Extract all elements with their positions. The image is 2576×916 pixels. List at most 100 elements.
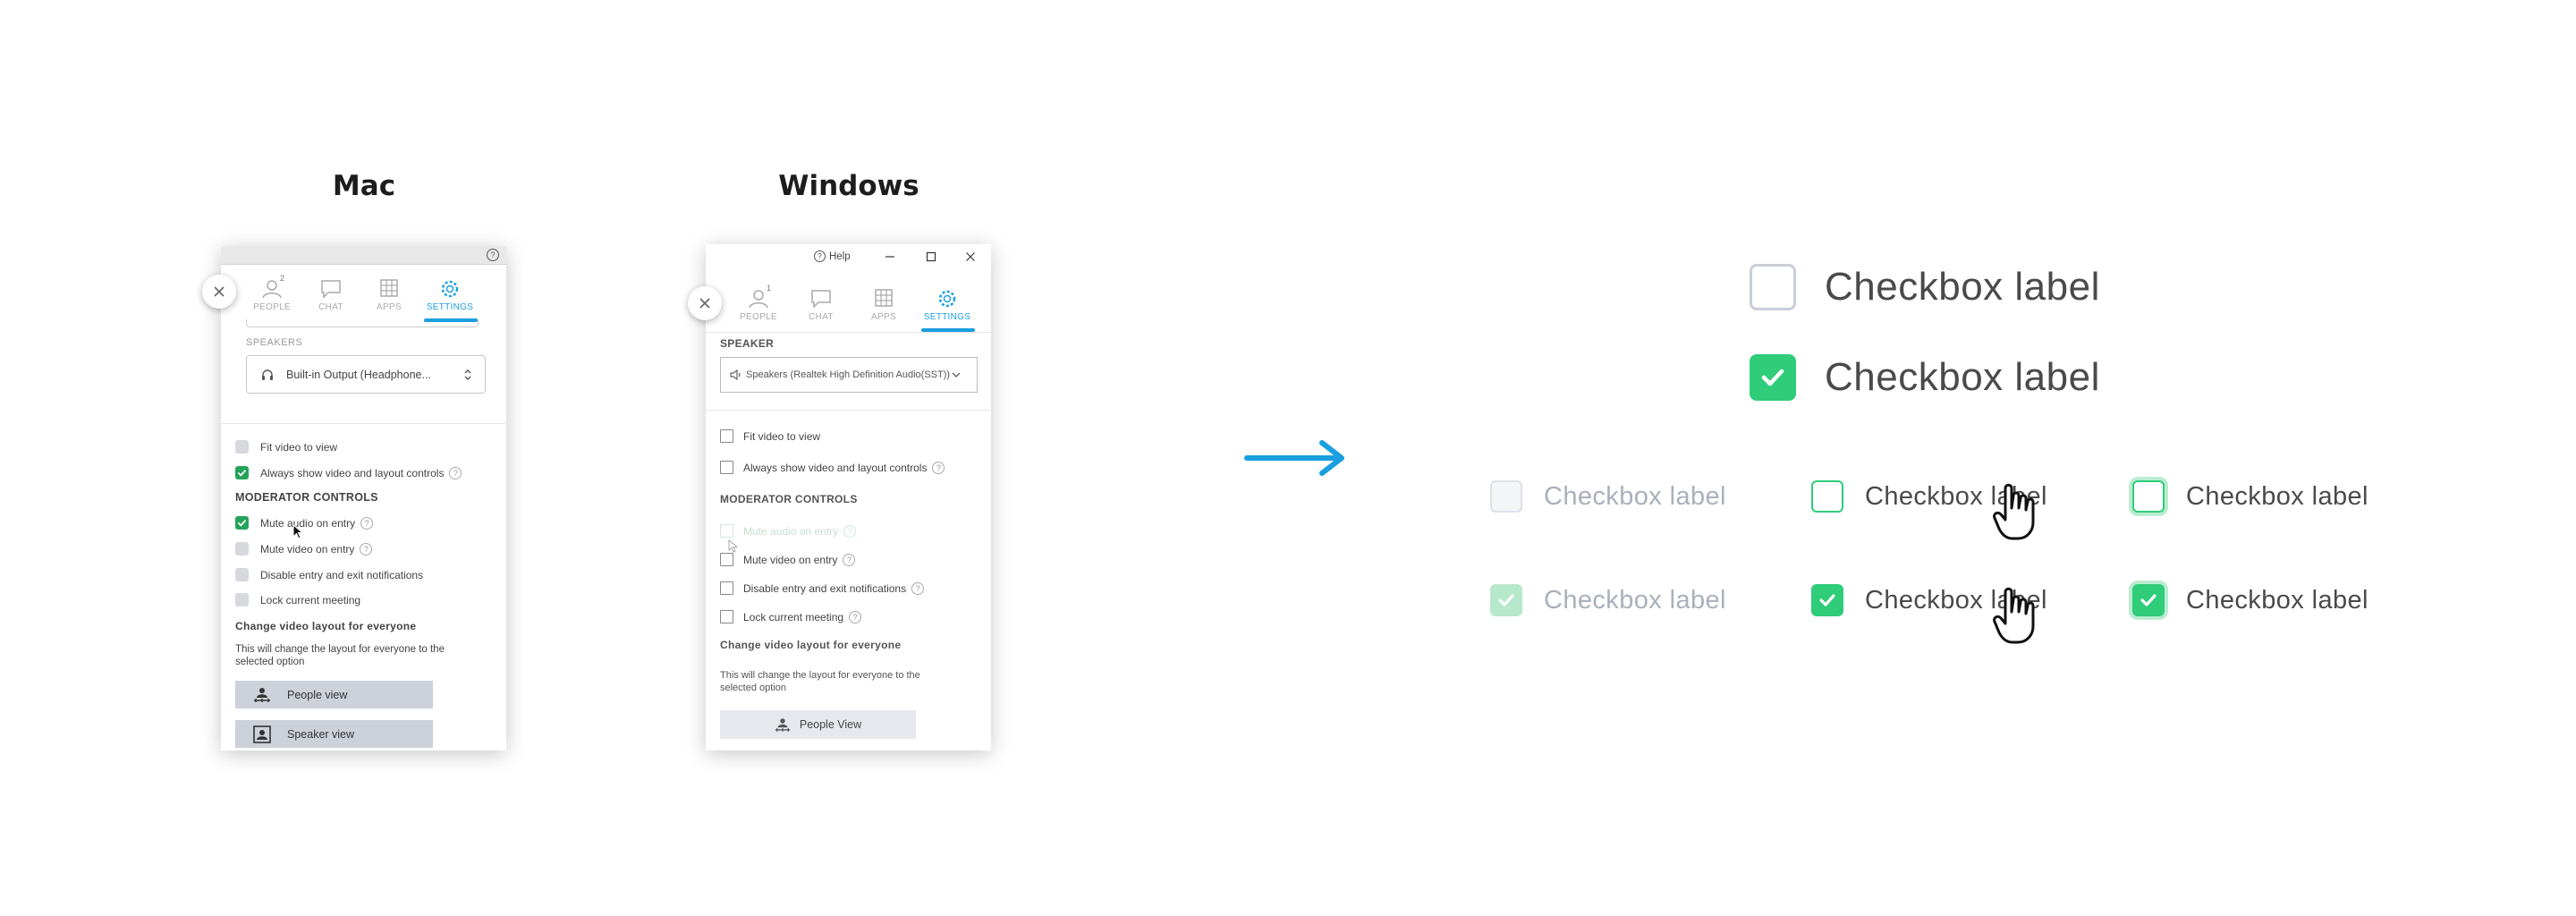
- mac-close-button[interactable]: [202, 275, 236, 309]
- option-mute-audio[interactable]: Mute audio on entry ?: [235, 516, 374, 530]
- tab-people[interactable]: PEOPLE 2: [249, 274, 295, 312]
- check-icon: [1761, 369, 1784, 386]
- maximize-icon[interactable]: [926, 251, 936, 262]
- minimize-icon[interactable]: [885, 251, 895, 262]
- checkbox[interactable]: [235, 542, 249, 556]
- select-stepper-icon: [464, 369, 471, 380]
- option-always-show-controls[interactable]: Always show video and layout controls ?: [720, 461, 945, 474]
- speaker-view-button[interactable]: Speaker view: [235, 720, 433, 748]
- tab-people[interactable]: PEOPLE 1: [735, 284, 782, 322]
- checkbox[interactable]: [720, 610, 733, 623]
- hand-pointer-icon: [1993, 587, 2035, 644]
- moderator-controls-heading: MODERATOR CONTROLS: [720, 493, 858, 505]
- divider: [706, 332, 991, 333]
- mac-settings-panel: ? PEOPLE 2 CHAT APPS SETTINGS SPEAKERS B…: [221, 246, 506, 751]
- tab-settings[interactable]: SETTINGS: [921, 289, 973, 322]
- mac-title-bar: ?: [221, 246, 506, 265]
- tab-apps[interactable]: APPS: [860, 289, 907, 322]
- divider: [221, 423, 506, 424]
- mac-title: Mac: [332, 170, 396, 202]
- checkbox[interactable]: [720, 461, 733, 474]
- checkbox[interactable]: [1750, 264, 1796, 310]
- check-icon: [237, 470, 247, 477]
- tab-settings[interactable]: SETTINGS: [424, 279, 476, 312]
- people-view-button[interactable]: People View: [720, 710, 916, 739]
- checkbox-checked[interactable]: [235, 516, 249, 530]
- layout-heading: Change video layout for everyone: [235, 620, 417, 632]
- people-badge: 1: [767, 284, 772, 293]
- apps-grid-icon: [380, 279, 398, 297]
- people-badge: 2: [280, 274, 285, 283]
- layout-description: This will change the layout for everyone…: [235, 644, 445, 667]
- apps-grid-icon: [875, 289, 893, 307]
- close-icon: [699, 298, 710, 309]
- option-fit-video[interactable]: Fit video to view: [235, 440, 337, 454]
- divider: [706, 410, 991, 411]
- option-disable-notifications[interactable]: Disable entry and exit notifications ?: [720, 581, 925, 595]
- info-icon[interactable]: ?: [360, 542, 373, 556]
- speaker-select[interactable]: Built-in Output (Headphone...: [246, 355, 486, 394]
- speakers-label: SPEAKERS: [246, 337, 303, 348]
- info-icon[interactable]: ?: [932, 461, 945, 474]
- checkbox[interactable]: [235, 593, 249, 606]
- info-icon[interactable]: ?: [843, 553, 856, 566]
- info-icon[interactable]: ?: [449, 466, 462, 479]
- checkbox[interactable]: [1811, 480, 1843, 513]
- option-mute-video[interactable]: Mute video on entry ?: [235, 542, 373, 556]
- checkbox-checked-focus[interactable]: Checkbox label: [2132, 584, 2368, 616]
- checkbox[interactable]: [235, 440, 249, 454]
- tab-apps[interactable]: APPS: [366, 279, 412, 312]
- checkbox[interactable]: [235, 568, 249, 581]
- option-mute-video[interactable]: Mute video on entry ?: [720, 553, 856, 566]
- option-always-show-controls[interactable]: Always show video and layout controls ?: [235, 466, 462, 479]
- layout-description: This will change the layout for everyone…: [720, 670, 920, 693]
- close-icon: [214, 286, 225, 297]
- speaker-volume-icon: [730, 369, 741, 380]
- checkbox[interactable]: [720, 581, 733, 595]
- gear-icon: [938, 290, 956, 308]
- info-icon[interactable]: ?: [849, 610, 862, 623]
- tab-chat[interactable]: CHAT: [308, 279, 354, 312]
- help-button[interactable]: ? Help: [814, 250, 851, 262]
- checkbox-checked[interactable]: [1811, 584, 1843, 616]
- check-icon: [1498, 594, 1514, 606]
- chat-icon: [811, 290, 831, 309]
- tab-chat[interactable]: CHAT: [798, 289, 844, 322]
- checkbox-unchecked-large[interactable]: Checkbox label: [1750, 264, 2100, 310]
- checkbox-checked[interactable]: [1750, 354, 1796, 401]
- chevron-down-icon: [952, 372, 961, 377]
- option-fit-video[interactable]: Fit video to view: [720, 429, 820, 443]
- people-view-button[interactable]: People view: [235, 681, 433, 708]
- checkbox-checked-disabled: Checkbox label: [1490, 584, 1726, 616]
- speaker-select[interactable]: Speakers (Realtek High Definition Audio(…: [720, 357, 978, 393]
- headphones-icon: [262, 369, 273, 380]
- checkbox-focused[interactable]: [2132, 480, 2165, 513]
- checkbox-checked-large[interactable]: Checkbox label: [1750, 354, 2100, 401]
- option-lock-meeting[interactable]: Lock current meeting: [235, 593, 360, 606]
- checkbox-unchecked-disabled: Checkbox label: [1490, 480, 1726, 513]
- option-disable-notifications[interactable]: Disable entry and exit notifications: [235, 568, 423, 581]
- people-view-icon: [254, 687, 270, 702]
- option-lock-meeting[interactable]: Lock current meeting ?: [720, 610, 862, 623]
- checkbox-disabled: [1490, 480, 1522, 513]
- option-mute-audio[interactable]: Mute audio on entry ?: [720, 524, 857, 538]
- help-icon[interactable]: ?: [487, 249, 499, 261]
- checkbox-disabled[interactable]: [720, 524, 733, 538]
- check-icon: [237, 520, 247, 527]
- people-view-icon: [775, 717, 790, 732]
- checkbox-checked[interactable]: [235, 466, 249, 479]
- checkbox-checked-focused[interactable]: [2132, 584, 2165, 616]
- help-icon: ?: [814, 250, 826, 262]
- info-icon[interactable]: ?: [843, 524, 857, 538]
- checkbox-checked-disabled: [1490, 584, 1522, 616]
- checkbox-unchecked-focus[interactable]: Checkbox label: [2132, 480, 2368, 513]
- windows-close-button[interactable]: [688, 286, 722, 320]
- checkbox[interactable]: [720, 429, 733, 443]
- checkbox[interactable]: [720, 553, 733, 566]
- speaker-view-icon: [253, 725, 271, 743]
- moderator-controls-heading: MODERATOR CONTROLS: [235, 491, 378, 504]
- info-icon[interactable]: ?: [911, 581, 925, 595]
- info-icon[interactable]: ?: [360, 516, 374, 530]
- window-close-icon[interactable]: [965, 251, 976, 262]
- check-icon: [1819, 594, 1835, 606]
